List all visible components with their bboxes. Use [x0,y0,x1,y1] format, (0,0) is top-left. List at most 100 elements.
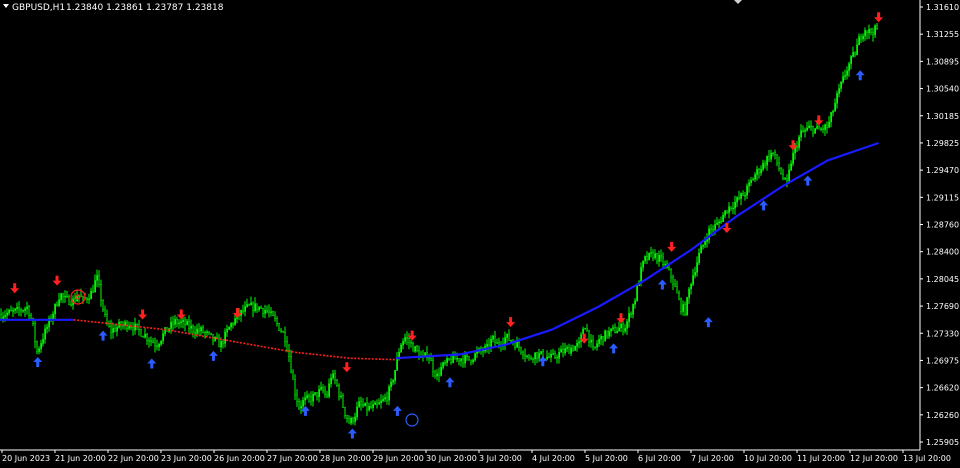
candle-body [150,340,152,342]
candle-body [210,332,212,335]
price-tick-label: 1.30895 [926,57,959,66]
candle-body [548,356,550,358]
candle-body [278,323,280,331]
candle-body [522,351,524,356]
candle-body [812,126,814,134]
candle-body [222,341,224,344]
candle-body [60,293,62,300]
candle-body [786,178,788,182]
candle-body [58,299,60,306]
candle-body [266,310,268,312]
candle-body [370,406,372,408]
candle-body [100,284,102,302]
candle-body [706,239,708,242]
price-tick-label: 1.29115 [926,193,959,202]
candle-body [442,362,444,368]
candle-body [662,256,664,265]
candle-body [684,304,686,315]
candle-body [64,295,66,298]
candle-body [552,353,554,355]
candle-body [16,307,18,310]
candle-body [628,312,630,322]
candle-body [102,300,104,310]
candle-body [44,328,46,340]
candle-body [644,256,646,262]
candle-body [452,354,454,363]
candle-body [190,325,192,329]
price-tick-label: 1.26975 [926,356,959,365]
candle-body [386,397,388,401]
candle-body [750,179,752,184]
candle-body [466,355,468,357]
candle-body [4,315,6,317]
candle-body [602,336,604,342]
candle-body [400,344,402,353]
candle-body [366,402,368,411]
candle-body [450,359,452,363]
candle-body [866,30,868,34]
candle-body [330,377,332,384]
candle-body [86,298,88,300]
time-tick-label: 12 Jul 20:00 [850,454,898,463]
candle-body [408,338,410,343]
candle-body [112,328,114,333]
candle-body [110,326,112,333]
candle-body [12,310,14,312]
candle-body [224,331,226,344]
candle-body [824,124,826,130]
candle-body [136,323,138,326]
time-tick-label: 30 Jun 20:00 [426,454,477,463]
candle-body [26,306,28,309]
candle-body [6,312,8,316]
candle-body [698,252,700,263]
candle-body [790,163,792,171]
candle-body [338,385,340,397]
candle-body [254,303,256,312]
candle-body [674,283,676,287]
price-chart[interactable]: 1.31610 1.31255 1.30895 1.30540 1.30185 1.298… [0,0,960,464]
candle-body [124,321,126,326]
candle-body [802,130,804,132]
candle-body [198,328,200,332]
candle-body [614,327,616,334]
candle-body [414,346,416,352]
candle-body [28,306,30,316]
candle-body [562,348,564,354]
candle-body [292,371,294,380]
candle-body [364,402,366,407]
header: GBPUSD,H1 1.23840 1.23861 1.23787 1.2381… [3,3,224,13]
candle-body [830,112,832,123]
candle-body [164,327,166,334]
candle-body [612,327,614,329]
candle-body [618,327,620,332]
candle-body [852,52,854,57]
candle-body [774,152,776,155]
candle-body [712,229,714,231]
candle-body [284,332,286,342]
candle-body [728,206,730,213]
candle-body [82,296,84,298]
candle-body [714,224,716,230]
candle-body [0,314,2,320]
candle-body [546,356,548,360]
candle-body [406,337,408,339]
candle-body [148,340,150,342]
candle-body [244,306,246,312]
candle-body [738,197,740,199]
candle-body [134,323,136,331]
candle-body [492,335,494,340]
chart-canvas[interactable]: 1.31610 1.31255 1.30895 1.30540 1.30185 1.298… [0,0,960,464]
candle-body [804,129,806,132]
price-tick-label: 1.29470 [926,166,959,175]
candle-body [140,329,142,337]
candle-body [556,357,558,359]
candle-body [768,155,770,160]
candle-body [328,383,330,397]
candle-body [670,268,672,278]
candle-body [822,128,824,130]
candle-body [858,36,860,46]
symbol-label: GBPUSD,H1 [12,3,65,13]
candle-body [262,308,264,314]
candle-body [736,197,738,203]
candle-body [10,309,12,312]
